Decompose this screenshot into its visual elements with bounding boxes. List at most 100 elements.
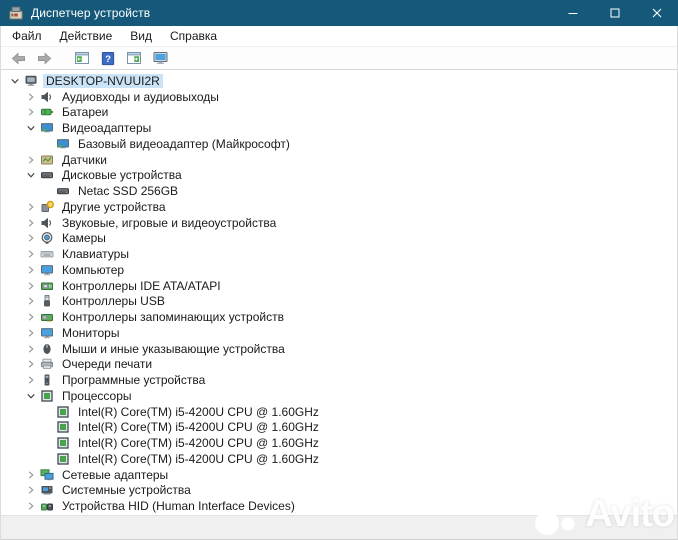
tree-row[interactable]: Базовый видеоадаптер (Майкрософт) <box>1 136 677 152</box>
menu-help[interactable]: Справка <box>161 27 226 45</box>
tree-row[interactable]: ? Другие устройства <box>1 199 677 215</box>
tree-row[interactable]: Контроллеры USB <box>1 294 677 310</box>
tree-item-label[interactable]: Базовый видеоадаптер (Майкрософт) <box>75 137 293 151</box>
tree-item-label[interactable]: Дисковые устройства <box>59 168 185 182</box>
chevron-right-icon[interactable] <box>22 281 39 291</box>
ide-controller-icon <box>39 279 54 293</box>
arrow-left-icon <box>10 51 27 66</box>
chevron-right-icon[interactable] <box>22 359 39 369</box>
chevron-right-icon[interactable] <box>22 265 39 275</box>
tree-row[interactable]: Аудиовходы и аудиовыходы <box>1 89 677 105</box>
tree-item-label[interactable]: Netac SSD 256GB <box>75 184 181 198</box>
tree-item-label[interactable]: Компьютер <box>59 263 127 277</box>
tree-item-label[interactable]: Intel(R) Core(TM) i5-4200U CPU @ 1.60GHz <box>75 436 322 450</box>
chevron-right-icon[interactable] <box>22 501 39 511</box>
tree-item-label[interactable]: Другие устройства <box>59 200 169 214</box>
chevron-right-icon[interactable] <box>22 155 39 165</box>
tree-row[interactable]: Intel(R) Core(TM) i5-4200U CPU @ 1.60GHz <box>1 420 677 436</box>
tree-item-label[interactable]: Очереди печати <box>59 357 155 371</box>
tree-item-label[interactable]: Контроллеры USB <box>59 294 168 308</box>
scan-hardware-button[interactable] <box>148 48 172 68</box>
tree-row[interactable]: Контроллеры запоминающих устройств <box>1 309 677 325</box>
tree-row[interactable]: Видеоадаптеры <box>1 120 677 136</box>
tree-item-label[interactable]: Intel(R) Core(TM) i5-4200U CPU @ 1.60GHz <box>75 452 322 466</box>
tree-item-label[interactable]: Мыши и иные указывающие устройства <box>59 342 288 356</box>
tree-row[interactable]: Звуковые, игровые и видеоустройства <box>1 215 677 231</box>
tree-row[interactable]: Программные устройства <box>1 372 677 388</box>
chevron-down-icon[interactable] <box>22 123 39 133</box>
menu-action[interactable]: Действие <box>51 27 122 45</box>
menubar: Файл Действие Вид Справка <box>1 26 677 47</box>
tree-row[interactable]: Очереди печати <box>1 357 677 373</box>
chevron-right-icon[interactable] <box>22 296 39 306</box>
tree-row[interactable]: Датчики <box>1 152 677 168</box>
tree-row[interactable]: Батареи <box>1 105 677 121</box>
minimize-button[interactable] <box>552 0 594 26</box>
tree-item-label[interactable]: Звуковые, игровые и видеоустройства <box>59 216 279 230</box>
tree-item-label[interactable]: Программные устройства <box>59 373 208 387</box>
tree-row[interactable]: Intel(R) Core(TM) i5-4200U CPU @ 1.60GHz <box>1 451 677 467</box>
tree-row[interactable]: Процессоры <box>1 388 677 404</box>
tree-item-label[interactable]: Камеры <box>59 231 109 245</box>
chevron-right-icon[interactable] <box>22 233 39 243</box>
tree-row[interactable]: Netac SSD 256GB <box>1 183 677 199</box>
window-body: Файл Действие Вид Справка ? DESKTOP-NVUU… <box>0 26 678 540</box>
tree-item-label[interactable]: Контроллеры запоминающих устройств <box>59 310 287 324</box>
maximize-button[interactable] <box>594 0 636 26</box>
tree-item-label[interactable]: Intel(R) Core(TM) i5-4200U CPU @ 1.60GHz <box>75 420 322 434</box>
chevron-down-icon[interactable] <box>6 76 23 86</box>
menu-view[interactable]: Вид <box>121 27 161 45</box>
tree-row[interactable]: Intel(R) Core(TM) i5-4200U CPU @ 1.60GHz <box>1 404 677 420</box>
tree-item-label[interactable]: Датчики <box>59 153 110 167</box>
tree-item-label[interactable]: Аудиовходы и аудиовыходы <box>59 90 222 104</box>
tree-row[interactable]: Системные устройства <box>1 483 677 499</box>
tree-row[interactable]: Intel(R) Core(TM) i5-4200U CPU @ 1.60GHz <box>1 435 677 451</box>
tree-item-label[interactable]: Системные устройства <box>59 483 194 497</box>
chevron-down-icon[interactable] <box>22 170 39 180</box>
chevron-right-icon[interactable] <box>22 485 39 495</box>
tree-item-label[interactable]: Intel(R) Core(TM) i5-4200U CPU @ 1.60GHz <box>75 405 322 419</box>
tree-row[interactable]: DESKTOP-NVUUI2R <box>1 73 677 89</box>
tree-item-label[interactable]: Батареи <box>59 105 111 119</box>
chevron-right-icon[interactable] <box>22 249 39 259</box>
properties-button[interactable] <box>122 48 146 68</box>
tree-row[interactable]: Устройства HID (Human Interface Devices) <box>1 498 677 514</box>
tree-item-label[interactable]: Процессоры <box>59 389 135 403</box>
monitor-icon <box>39 263 54 277</box>
disk-drive-icon <box>55 184 70 198</box>
tree-row[interactable]: Контроллеры IDE ATA/ATAPI <box>1 278 677 294</box>
chevron-right-icon[interactable] <box>22 344 39 354</box>
chevron-right-icon[interactable] <box>22 202 39 212</box>
tree-item-label[interactable]: Клавиатуры <box>59 247 132 261</box>
tree-row[interactable]: Компьютер <box>1 262 677 278</box>
tree-item-label[interactable]: DESKTOP-NVUUI2R <box>43 73 163 88</box>
help-button[interactable]: ? <box>96 48 120 68</box>
chevron-right-icon[interactable] <box>22 328 39 338</box>
tree-item-label[interactable]: Контроллеры IDE ATA/ATAPI <box>59 279 224 293</box>
show-console-tree-button[interactable] <box>70 48 94 68</box>
tree-row[interactable]: Мониторы <box>1 325 677 341</box>
chevron-down-icon[interactable] <box>22 391 39 401</box>
tree-row[interactable]: Мыши и иные указывающие устройства <box>1 341 677 357</box>
tree-row[interactable]: Клавиатуры <box>1 246 677 262</box>
tree-item-label[interactable]: Видеоадаптеры <box>59 121 154 135</box>
chevron-right-icon[interactable] <box>22 470 39 480</box>
chevron-right-icon[interactable] <box>22 218 39 228</box>
chevron-right-icon[interactable] <box>22 312 39 322</box>
close-button[interactable] <box>636 0 678 26</box>
chevron-right-icon[interactable] <box>22 375 39 385</box>
computer-icon <box>23 74 38 88</box>
tree-item-label[interactable]: Сетевые адаптеры <box>59 468 171 482</box>
back-button[interactable] <box>6 48 30 68</box>
menu-file[interactable]: Файл <box>3 27 51 45</box>
chevron-right-icon[interactable] <box>22 92 39 102</box>
tree-row[interactable]: Камеры <box>1 231 677 247</box>
tree-item-label[interactable]: Устройства HID (Human Interface Devices) <box>59 499 298 513</box>
chevron-right-icon[interactable] <box>22 107 39 117</box>
tree-item-label[interactable]: Мониторы <box>59 326 122 340</box>
toolbar: ? <box>1 47 677 70</box>
tree-row[interactable]: Дисковые устройства <box>1 168 677 184</box>
usb-controller-icon <box>39 294 54 308</box>
tree-row[interactable]: Сетевые адаптеры <box>1 467 677 483</box>
forward-button[interactable] <box>32 48 56 68</box>
